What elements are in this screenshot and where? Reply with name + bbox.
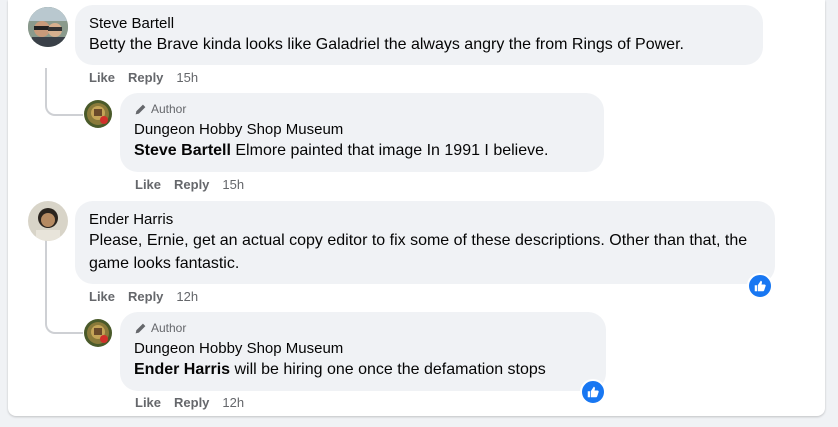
comment-text: Please, Ernie, get an actual copy editor…	[89, 232, 748, 272]
reply-text-body: Elmore painted that image In 1991 I beli…	[230, 142, 549, 159]
reply-actions: Like Reply 12h	[135, 395, 257, 410]
reply-button[interactable]: Reply	[174, 177, 209, 192]
avatar[interactable]	[28, 7, 68, 47]
comment-actions: Like Reply 15h	[89, 70, 211, 85]
reply-bubble: Author Dungeon Hobby Shop Museum Steve B…	[120, 93, 604, 172]
pencil-icon	[135, 323, 146, 333]
mention-link[interactable]: Ender Harris	[134, 361, 230, 378]
reply-button[interactable]: Reply	[174, 395, 209, 410]
mention-link[interactable]: Steve Bartell	[134, 142, 231, 159]
like-reaction-icon[interactable]	[747, 273, 773, 299]
reply-text: Ender Harris will be hiring one once the…	[134, 358, 592, 381]
timestamp[interactable]: 15h	[222, 177, 244, 192]
reply-text-body: will be hiring one once the defamation s…	[230, 361, 546, 378]
like-reaction-icon[interactable]	[580, 379, 606, 405]
timestamp[interactable]: 12h	[222, 395, 244, 410]
author-badge-label: Author	[151, 102, 187, 116]
comment-text: Betty the Brave kinda looks like Galadri…	[89, 36, 684, 53]
comment-actions: Like Reply 12h	[89, 289, 211, 304]
avatar[interactable]	[28, 201, 68, 241]
like-button[interactable]: Like	[89, 70, 115, 85]
reply-bubble: Author Dungeon Hobby Shop Museum Ender H…	[120, 312, 606, 391]
reply-author[interactable]: Dungeon Hobby Shop Museum	[134, 339, 592, 358]
like-button[interactable]: Like	[135, 177, 161, 192]
author-badge: Author	[134, 101, 590, 117]
comment-author[interactable]: Ender Harris	[89, 210, 761, 229]
reply-text: Steve Bartell Elmore painted that image …	[134, 139, 590, 162]
page-avatar[interactable]	[84, 319, 112, 347]
comment-bubble: Steve Bartell Betty the Brave kinda look…	[75, 5, 763, 65]
reply-button[interactable]: Reply	[128, 70, 163, 85]
author-badge-label: Author	[151, 321, 187, 335]
timestamp[interactable]: 15h	[176, 70, 198, 85]
comment-bubble: Ender Harris Please, Ernie, get an actua…	[75, 201, 775, 284]
like-button[interactable]: Like	[135, 395, 161, 410]
timestamp[interactable]: 12h	[176, 289, 198, 304]
author-badge: Author	[134, 320, 592, 336]
like-button[interactable]: Like	[89, 289, 115, 304]
pencil-icon	[135, 104, 146, 114]
page-avatar[interactable]	[84, 100, 112, 128]
reply-author[interactable]: Dungeon Hobby Shop Museum	[134, 120, 590, 139]
reply-button[interactable]: Reply	[128, 289, 163, 304]
reply-actions: Like Reply 15h	[135, 177, 257, 192]
thread-connector	[45, 68, 83, 116]
comment-author[interactable]: Steve Bartell	[89, 14, 749, 33]
